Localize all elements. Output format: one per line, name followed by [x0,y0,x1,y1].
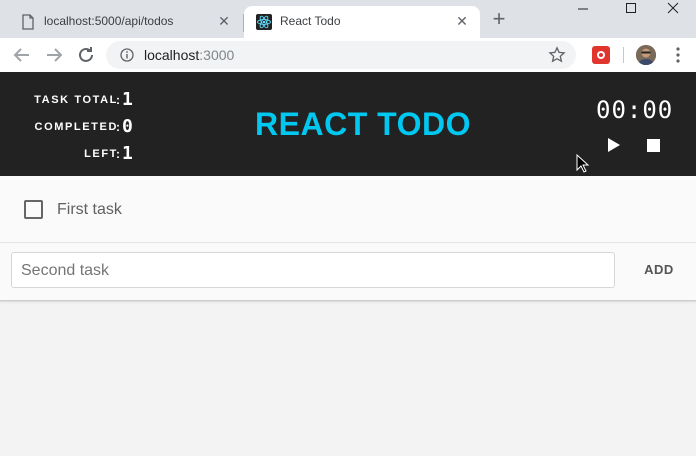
avatar-image [636,45,656,65]
stat-colon: : [116,93,120,107]
extension-glyph-icon [597,51,605,59]
new-task-input-value: Second task [21,262,110,279]
stat-colon: : [116,147,120,161]
back-arrow-icon[interactable] [10,43,34,67]
forward-arrow-icon[interactable] [42,43,66,67]
plus-icon[interactable]: + [488,8,510,31]
app-header: TASK TOTAL : 1 COMPLETED : 0 LEFT : 1 RE… [0,72,696,176]
page-title: REACT TODO [255,106,471,142]
add-button[interactable]: ADD [634,258,684,282]
todo-checkbox[interactable] [24,200,43,219]
address-bar[interactable]: localhost:3000 [106,41,576,69]
browser-toolbar: localhost:3000 [0,38,696,72]
toolbar-separator [623,47,624,63]
maximize-icon[interactable] [608,0,654,18]
browser-tabstrip: localhost:5000/api/todos ✕ React Todo ✕ … [0,0,696,38]
todo-list-panel: First task Second task ADD [0,176,696,301]
page-icon [22,14,34,30]
stop-icon[interactable] [647,139,660,152]
extension-icon[interactable] [592,46,610,64]
avatar[interactable] [636,45,656,65]
stat-colon: : [116,120,120,134]
stat-task-total: TASK TOTAL : 1 [0,88,140,110]
mouse-cursor-icon [576,154,590,173]
menu-icon[interactable] [670,46,686,64]
stat-value: 1 [122,89,133,110]
tab-api-todos[interactable]: localhost:5000/api/todos ✕ [8,6,242,38]
timer-display: 00:00 [596,96,674,124]
close-window-icon[interactable] [650,0,696,18]
stat-left: LEFT : 1 [0,142,140,164]
stat-label: LEFT [84,148,118,160]
new-task-input[interactable]: Second task [11,252,615,288]
minimize-icon[interactable] [560,0,606,18]
tab-title: localhost:5000/api/todos [44,14,174,28]
url-port: :3000 [199,47,235,63]
close-icon[interactable]: ✕ [216,13,232,29]
list-item: First task [0,176,696,243]
tab-title: React Todo [280,14,341,28]
todo-label: First task [57,201,122,218]
reload-icon[interactable] [74,43,98,67]
close-icon[interactable]: ✕ [454,13,470,29]
stat-completed: COMPLETED : 0 [0,115,140,137]
stat-value: 1 [122,143,133,164]
stat-value: 0 [122,116,133,137]
star-icon[interactable] [548,46,566,64]
url-host: localhost [144,47,200,63]
react-logo-icon [256,14,272,30]
url-text: localhost:3000 [144,47,234,63]
stat-label: TASK TOTAL [34,94,118,106]
tab-react-todo[interactable]: React Todo ✕ [244,6,480,38]
play-icon[interactable] [604,136,622,154]
stat-label: COMPLETED [34,121,118,133]
info-icon[interactable] [120,48,134,62]
